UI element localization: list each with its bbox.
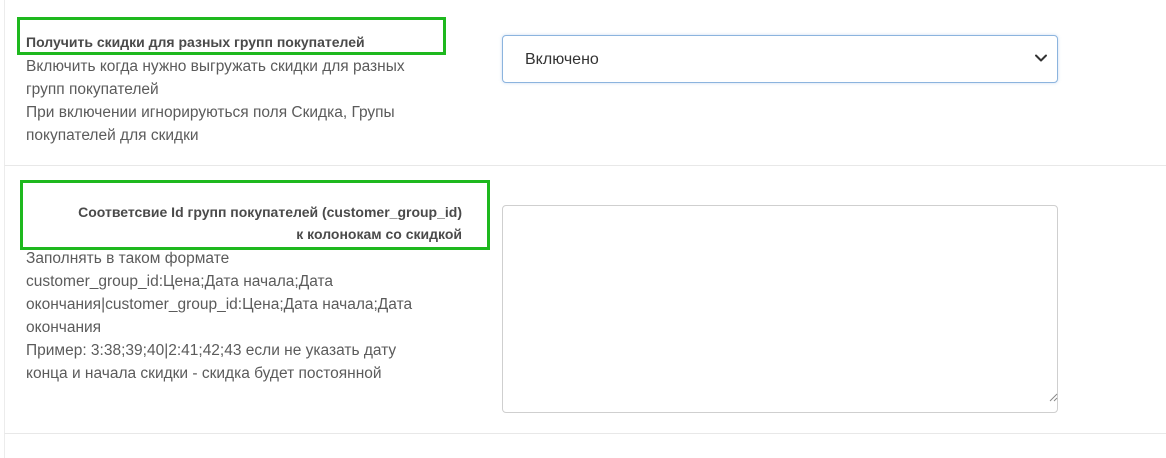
group-id-mapping-textarea[interactable] <box>502 205 1058 413</box>
help-line: групп покупателей <box>26 81 159 98</box>
form-row-next <box>4 434 1166 458</box>
resize-grip-icon[interactable] <box>1048 392 1058 402</box>
help-line: Заполнять в таком формате <box>26 250 230 267</box>
help-line: Включить когда нужно выгружать скидки дл… <box>26 58 405 75</box>
form-row-group-discounts: Получить скидки для разных групп покупат… <box>4 0 1166 166</box>
help-line: конца и начала скидки - скидка будет пос… <box>26 365 382 382</box>
help-line: окончания <box>26 319 102 336</box>
help-line: окончания|customer_group_id:Цена;Дата на… <box>26 296 413 313</box>
label-line: к колонокам со скидкой <box>296 226 462 242</box>
help-line: покупателей для скидки <box>26 127 199 144</box>
group-discounts-select[interactable]: Включено <box>502 35 1058 83</box>
chevron-down-icon <box>1035 54 1047 62</box>
group-discounts-help: Включить когда нужно выгружать скидки дл… <box>26 55 466 147</box>
group-discounts-label: Получить скидки для разных групп покупат… <box>26 34 365 50</box>
help-line: Пример: 3:38;39;40|2:41;42;43 если не ук… <box>26 342 397 359</box>
select-selected-value: Включено <box>525 51 599 68</box>
help-line: При включении игнорируються поля Скидка,… <box>26 104 395 121</box>
label-line: Соответсвие Id групп покупателей (custom… <box>78 204 462 220</box>
group-id-mapping-help: Заполнять в таком формате customer_group… <box>26 247 466 385</box>
help-line: customer_group_id:Цена;Дата начала;Дата <box>26 273 334 290</box>
form-row-group-id-mapping: Соответсвие Id групп покупателей (custom… <box>4 166 1166 434</box>
group-id-mapping-label: Соответсвие Id групп покупателей (custom… <box>26 201 462 245</box>
